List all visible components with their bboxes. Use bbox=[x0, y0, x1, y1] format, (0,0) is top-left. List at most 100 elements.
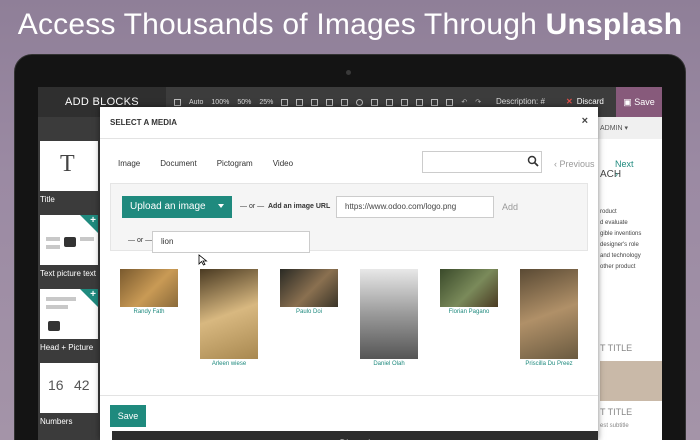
zoom-100[interactable]: 100% bbox=[211, 99, 229, 106]
admin-label: ADMIN bbox=[600, 125, 623, 132]
page-line: and technology bbox=[600, 253, 641, 259]
align-left-icon[interactable] bbox=[281, 98, 289, 106]
mouse-cursor-icon bbox=[198, 254, 208, 266]
image-credit[interactable]: Paulo Doi bbox=[269, 309, 349, 315]
add-url-button[interactable]: Add bbox=[502, 202, 518, 212]
align-right-icon[interactable] bbox=[311, 98, 319, 106]
plus-icon: + bbox=[90, 215, 96, 226]
block-label-numbers: Numbers bbox=[40, 417, 73, 426]
puma-image[interactable] bbox=[520, 269, 578, 359]
headline-text: Access Thousands of Images Through bbox=[17, 8, 546, 41]
save-top-label: Save bbox=[634, 97, 655, 107]
headline-bold: Unsplash bbox=[545, 8, 683, 41]
headline: Access Thousands of Images Through Unspl… bbox=[0, 8, 700, 42]
lion-image[interactable] bbox=[120, 269, 178, 307]
number-42: 42 bbox=[74, 377, 90, 393]
zoom-25[interactable]: 25% bbox=[259, 99, 273, 106]
block-head-picture[interactable]: + bbox=[40, 289, 98, 339]
block-numbers[interactable]: 16 42 bbox=[40, 363, 98, 413]
page-line: d evaluate bbox=[600, 220, 628, 226]
modal-title: SELECT A MEDIA bbox=[110, 118, 177, 127]
title-t-icon: T bbox=[60, 151, 75, 177]
image-credit[interactable]: Randy Fath bbox=[109, 309, 189, 315]
gear-icon[interactable] bbox=[371, 98, 379, 106]
tab-image[interactable]: Image bbox=[118, 159, 140, 168]
previous-button[interactable]: ‹ Previous bbox=[554, 159, 595, 169]
save-button[interactable]: Save bbox=[110, 405, 146, 427]
plus-icon: + bbox=[90, 289, 96, 300]
text-line bbox=[46, 297, 76, 301]
text-line bbox=[46, 305, 68, 309]
blocks-sidebar: T Title + Text picture text + Head + Pic… bbox=[38, 117, 100, 440]
lion-image[interactable] bbox=[440, 269, 498, 307]
or-separator: — or — bbox=[240, 203, 265, 210]
zoom-50[interactable]: 50% bbox=[237, 99, 251, 106]
tab-video[interactable]: Video bbox=[273, 159, 293, 168]
block-text-picture-text[interactable]: + bbox=[40, 215, 98, 265]
modal-header: SELECT A MEDIA × bbox=[100, 107, 598, 139]
zoom-auto[interactable]: Auto bbox=[189, 99, 203, 106]
number-16: 16 bbox=[48, 377, 64, 393]
screen: ADD BLOCKS Auto 100% 50% 25% ↶ ↷ Descrip… bbox=[38, 87, 662, 440]
or-separator-2: — or — bbox=[128, 237, 153, 244]
media-tabs: Image Document Pictogram Video bbox=[118, 159, 313, 168]
justify-icon[interactable] bbox=[326, 98, 334, 106]
image-credit[interactable]: Florian Pagano bbox=[429, 309, 509, 315]
block-label-head-picture: Head + Picture bbox=[40, 343, 94, 352]
redo-icon[interactable]: ↷ bbox=[475, 98, 481, 106]
undo-icon[interactable]: ↶ bbox=[461, 98, 467, 106]
align-center-icon[interactable] bbox=[296, 98, 304, 106]
page-lines: roduct d evaluate gible inventions desig… bbox=[600, 207, 641, 273]
link-icon[interactable] bbox=[431, 98, 439, 106]
page-line: gible inventions bbox=[600, 231, 642, 237]
page-line: other product bbox=[600, 264, 636, 270]
page-line: roduct bbox=[600, 209, 617, 215]
footer-divider bbox=[100, 395, 598, 396]
discard-top-label: Discard bbox=[576, 97, 604, 106]
tab-pictogram[interactable]: Pictogram bbox=[217, 159, 253, 168]
search-input[interactable] bbox=[422, 151, 542, 173]
image-credit[interactable]: Arleen wiese bbox=[189, 361, 269, 367]
next-button[interactable]: Next › bbox=[615, 159, 634, 179]
image-credit[interactable]: Priscilla Du Preez bbox=[509, 361, 589, 367]
crop-icon[interactable] bbox=[401, 98, 409, 106]
save-top-button[interactable]: ▣ Save bbox=[616, 87, 662, 117]
chevron-down-icon[interactable] bbox=[218, 204, 224, 208]
camera-icon bbox=[64, 237, 76, 247]
text-line bbox=[46, 237, 60, 241]
discard-button[interactable]: Discard bbox=[112, 431, 598, 440]
square-icon[interactable] bbox=[341, 98, 349, 106]
text-line bbox=[46, 245, 60, 249]
trash-icon[interactable] bbox=[446, 98, 454, 106]
search-icon[interactable] bbox=[527, 155, 539, 167]
bridge-image[interactable] bbox=[360, 269, 418, 359]
image-url-label: Add an image URL bbox=[268, 203, 331, 210]
page-line: designer's role bbox=[600, 242, 639, 248]
lion-image[interactable] bbox=[200, 269, 258, 359]
tab-document[interactable]: Document bbox=[160, 159, 196, 168]
page-image bbox=[600, 361, 662, 401]
image-url-input[interactable]: https://www.odoo.com/logo.png bbox=[336, 196, 494, 218]
layout-icon[interactable] bbox=[174, 98, 181, 106]
circle-icon[interactable] bbox=[356, 98, 364, 106]
block-label-title: Title bbox=[40, 195, 55, 204]
image-credit[interactable]: Daniel Olah bbox=[349, 361, 429, 367]
copy-icon[interactable] bbox=[416, 98, 424, 106]
page-subtitle: est subtitle bbox=[600, 423, 629, 429]
select-media-modal: SELECT A MEDIA × Image Document Pictogra… bbox=[100, 107, 634, 440]
camera-dot bbox=[346, 70, 351, 75]
text-line bbox=[80, 237, 94, 241]
unsplash-search-input[interactable]: lion bbox=[152, 231, 310, 253]
block-label-text-picture: Text picture text bbox=[40, 269, 97, 278]
upload-image-button[interactable]: Upload an image bbox=[122, 196, 232, 218]
image-icon[interactable] bbox=[386, 98, 394, 106]
floppy-icon: ▣ bbox=[623, 97, 635, 107]
close-icon: ✕ bbox=[566, 97, 573, 106]
camera-icon bbox=[48, 321, 60, 331]
lion-image[interactable] bbox=[280, 269, 338, 307]
page-title-2: T TITLE bbox=[600, 407, 633, 417]
modal-close-button[interactable]: × bbox=[582, 115, 588, 127]
block-title[interactable]: T bbox=[40, 141, 98, 191]
admin-menu[interactable]: ADMIN ▾ bbox=[598, 117, 662, 139]
page-title-1: T TITLE bbox=[600, 343, 633, 353]
